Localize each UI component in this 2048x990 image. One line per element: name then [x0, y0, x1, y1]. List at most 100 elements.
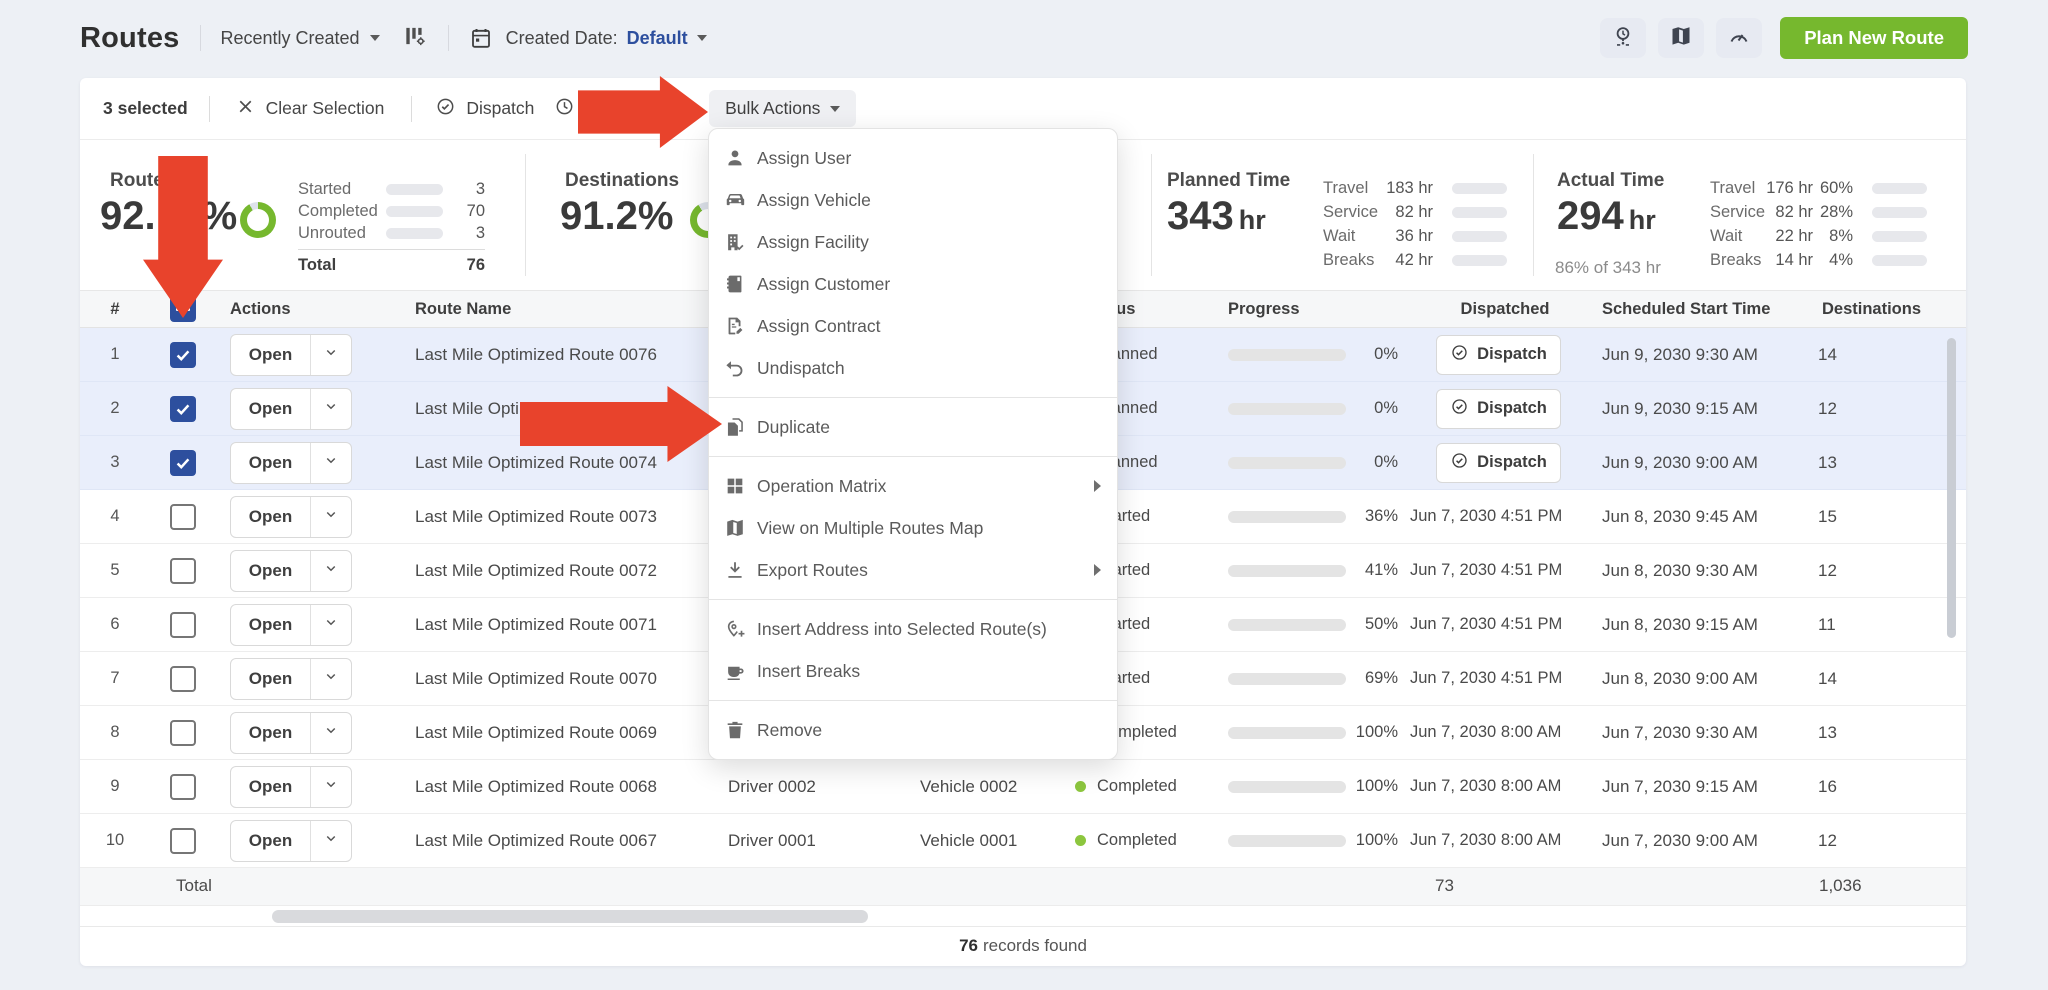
menu-item-duplicate[interactable]: Duplicate: [709, 406, 1117, 448]
open-route-button[interactable]: Open: [230, 712, 352, 754]
menu-item-assign-customer[interactable]: Assign Customer: [709, 263, 1117, 305]
route-history-button[interactable]: [1600, 18, 1646, 58]
stat-breakdown-value: 14 hr: [1765, 251, 1813, 270]
created-date-dropdown[interactable]: Created Date: Default: [469, 26, 707, 50]
menu-item-assign-vehicle[interactable]: Assign Vehicle: [709, 179, 1117, 221]
stat-breakdown-bar: [1872, 183, 1927, 194]
stat-breakdown-bar: [386, 184, 443, 195]
horizontal-scrollbar[interactable]: [272, 910, 868, 923]
stat-breakdown-label: Wait: [1710, 227, 1765, 246]
menu-item-insert-address-into-selected-route-s[interactable]: Insert Address into Selected Route(s): [709, 608, 1117, 650]
submenu-arrow-icon: [1094, 564, 1101, 576]
actions-cell: Open: [215, 334, 370, 376]
open-button-label[interactable]: Open: [231, 605, 311, 645]
open-route-button[interactable]: Open: [230, 442, 352, 484]
bulk-actions-label: Bulk Actions: [725, 98, 820, 119]
open-button-label[interactable]: Open: [231, 551, 311, 591]
columns-settings-button[interactable]: [402, 23, 428, 54]
progress-cell: 36%: [1210, 507, 1410, 526]
destinations-cell: 16: [1780, 777, 1920, 797]
menu-item-label: Assign Customer: [757, 274, 890, 295]
row-dispatch-button[interactable]: Dispatch: [1436, 389, 1561, 429]
actions-cell: Open: [215, 442, 370, 484]
dispatched-date: Jun 7, 2030 4:51 PM: [1410, 507, 1600, 526]
clear-selection-button[interactable]: Clear Selection: [235, 96, 385, 122]
open-route-button[interactable]: Open: [230, 496, 352, 538]
sort-dropdown[interactable]: Recently Created: [221, 28, 380, 49]
open-route-button[interactable]: Open: [230, 658, 352, 700]
menu-item-insert-breaks[interactable]: Insert Breaks: [709, 650, 1117, 692]
row-dispatch-button[interactable]: Dispatch: [1436, 443, 1561, 483]
open-route-button[interactable]: Open: [230, 604, 352, 646]
menu-item-label: Duplicate: [757, 417, 830, 438]
open-route-button[interactable]: Open: [230, 388, 352, 430]
row-checkbox[interactable]: [170, 774, 196, 800]
progress-cell: 41%: [1210, 561, 1410, 580]
menu-item-undispatch[interactable]: Undispatch: [709, 347, 1117, 389]
open-button-label[interactable]: Open: [231, 497, 311, 537]
dispatch-toolbar-label: Dispatch: [466, 98, 534, 119]
open-button-label[interactable]: Open: [231, 713, 311, 753]
route-name-cell: Last Mile Optimized Route 0069: [370, 723, 720, 743]
row-checkbox[interactable]: [170, 720, 196, 746]
col-header-num: #: [80, 300, 150, 319]
menu-item-view-on-multiple-routes-map[interactable]: View on Multiple Routes Map: [709, 507, 1117, 549]
checkbox-cell: [150, 558, 215, 584]
open-button-chevron[interactable]: [311, 443, 351, 483]
row-checkbox[interactable]: [170, 504, 196, 530]
dispatch-toolbar-button[interactable]: Dispatch: [435, 96, 534, 122]
menu-item-export-routes[interactable]: Export Routes: [709, 549, 1117, 591]
row-checkbox[interactable]: [170, 558, 196, 584]
stat-breakdown-bar: [1452, 207, 1507, 218]
status-dot: [1075, 835, 1086, 846]
row-checkbox[interactable]: [170, 828, 196, 854]
open-button-chevron[interactable]: [311, 659, 351, 699]
open-button-chevron[interactable]: [311, 821, 351, 861]
menu-item-assign-contract[interactable]: Assign Contract: [709, 305, 1117, 347]
menu-item-remove[interactable]: Remove: [709, 709, 1117, 751]
stat-breakdown-bar: [386, 228, 443, 239]
open-button-chevron[interactable]: [311, 605, 351, 645]
open-button-chevron[interactable]: [311, 389, 351, 429]
row-checkbox[interactable]: [170, 450, 196, 476]
dashboard-gauge-button[interactable]: [1716, 18, 1762, 58]
row-checkbox[interactable]: [170, 612, 196, 638]
open-button-chevron[interactable]: [311, 551, 351, 591]
stat-breakdown-value: 3: [443, 224, 485, 243]
menu-item-operation-matrix[interactable]: Operation Matrix: [709, 465, 1117, 507]
bulk-actions-button[interactable]: Bulk Actions: [709, 90, 856, 127]
open-button-chevron[interactable]: [311, 497, 351, 537]
open-route-button[interactable]: Open: [230, 766, 352, 808]
open-button-label[interactable]: Open: [231, 389, 311, 429]
actual-time-title: Actual Time: [1557, 170, 1664, 192]
plan-new-route-button[interactable]: Plan New Route: [1780, 17, 1968, 59]
open-route-button[interactable]: Open: [230, 820, 352, 862]
vertical-scrollbar[interactable]: [1947, 338, 1956, 638]
menu-item-assign-user[interactable]: Assign User: [709, 137, 1117, 179]
row-checkbox[interactable]: [170, 396, 196, 422]
menu-item-label: Assign User: [757, 148, 851, 169]
map-view-button[interactable]: [1658, 18, 1704, 58]
row-dispatch-button[interactable]: Dispatch: [1436, 335, 1561, 375]
open-button-chevron[interactable]: [311, 335, 351, 375]
open-button-label[interactable]: Open: [231, 659, 311, 699]
row-checkbox[interactable]: [170, 666, 196, 692]
destinations-stat-value: 91.2%: [560, 194, 673, 239]
dispatched-date: Jun 7, 2030 4:51 PM: [1410, 561, 1600, 580]
menu-item-assign-facility[interactable]: Assign Facility: [709, 221, 1117, 263]
progress-cell: 69%: [1210, 669, 1410, 688]
open-button-label[interactable]: Open: [231, 767, 311, 807]
open-button-chevron[interactable]: [311, 713, 351, 753]
row-checkbox[interactable]: [170, 342, 196, 368]
route-name-cell: Last Mile Optimized Route 0070: [370, 669, 720, 689]
stat-breakdown-value: 3: [443, 180, 485, 199]
open-button-label[interactable]: Open: [231, 821, 311, 861]
chevron-down-icon: [830, 106, 840, 112]
open-route-button[interactable]: Open: [230, 334, 352, 376]
columns-gear-icon: [402, 23, 428, 54]
stat-breakdown-row: Breaks14 hr4%: [1710, 248, 1982, 272]
open-route-button[interactable]: Open: [230, 550, 352, 592]
open-button-label[interactable]: Open: [231, 443, 311, 483]
open-button-label[interactable]: Open: [231, 335, 311, 375]
open-button-chevron[interactable]: [311, 767, 351, 807]
